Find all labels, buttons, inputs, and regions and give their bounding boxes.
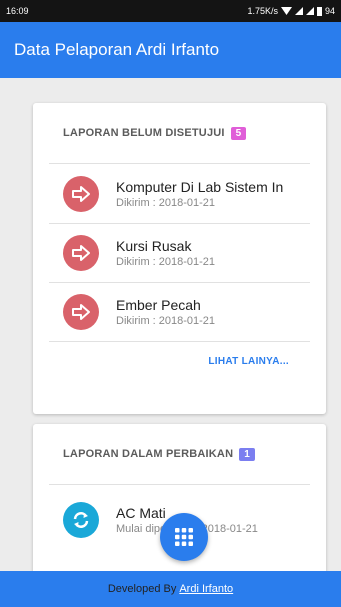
battery-level: 94	[324, 6, 335, 16]
arrow-right-icon	[63, 234, 99, 271]
pending-reports-title: LAPORAN BELUM DISETUJUI	[63, 127, 225, 139]
battery-icon	[316, 6, 322, 16]
see-more-link[interactable]: LIHAT LAINYA...	[208, 356, 289, 367]
pending-count-badge: 5	[230, 126, 247, 140]
list-item-pending-3[interactable]: Ember Pecah Dikirim : 2018-01-21	[33, 282, 326, 341]
pending-reports-header: LAPORAN BELUM DISETUJUI 5	[33, 103, 326, 163]
menu-fab-button[interactable]	[160, 513, 208, 561]
grid-menu-icon	[175, 528, 193, 546]
repair-reports-header: LAPORAN DALAM PERBAIKAN 1	[33, 424, 326, 484]
pending-reports-card: LAPORAN BELUM DISETUJUI 5 Komputer Di La…	[33, 103, 326, 414]
signal-icon	[294, 7, 303, 15]
item-subtitle: Dikirim : 2018-01-21	[116, 255, 216, 268]
app-title: Data Pelaporan Ardi Irfanto	[14, 40, 220, 59]
arrow-right-icon	[63, 293, 99, 330]
wifi-icon	[280, 6, 292, 17]
list-item-pending-2[interactable]: Kursi Rusak Dikirim : 2018-01-21	[33, 223, 326, 282]
app-bar: Data Pelaporan Ardi Irfanto	[0, 22, 341, 78]
main-content[interactable]: LAPORAN BELUM DISETUJUI 5 Komputer Di La…	[0, 78, 341, 571]
arrow-right-icon	[63, 175, 99, 212]
list-item-pending-1[interactable]: Komputer Di Lab Sistem In Dikirim : 2018…	[33, 164, 326, 223]
item-subtitle: Dikirim : 2018-01-21	[116, 196, 216, 209]
status-bar: 16:09 1.75K/s 94	[0, 0, 341, 22]
repair-count-badge: 1	[239, 447, 255, 461]
footer: Developed By Ardi Irfanto	[0, 571, 341, 607]
item-title: Komputer Di Lab Sistem In	[116, 178, 284, 195]
item-subtitle: Dikirim : 2018-01-21	[116, 314, 216, 327]
network-speed: 1.75K/s	[247, 6, 278, 16]
status-indicators: 1.75K/s 94	[247, 6, 335, 17]
signal-icon-2	[305, 7, 314, 15]
footer-text: Developed By	[107, 583, 177, 595]
sync-icon	[63, 502, 99, 538]
status-time: 16:09	[6, 6, 29, 16]
repair-reports-title: LAPORAN DALAM PERBAIKAN	[63, 448, 234, 460]
more-row: LIHAT LAINYA...	[33, 341, 326, 381]
footer-author-link[interactable]: Ardi Irfanto	[179, 583, 233, 595]
item-title: Ember Pecah	[116, 296, 201, 313]
item-title: Kursi Rusak	[116, 237, 192, 254]
